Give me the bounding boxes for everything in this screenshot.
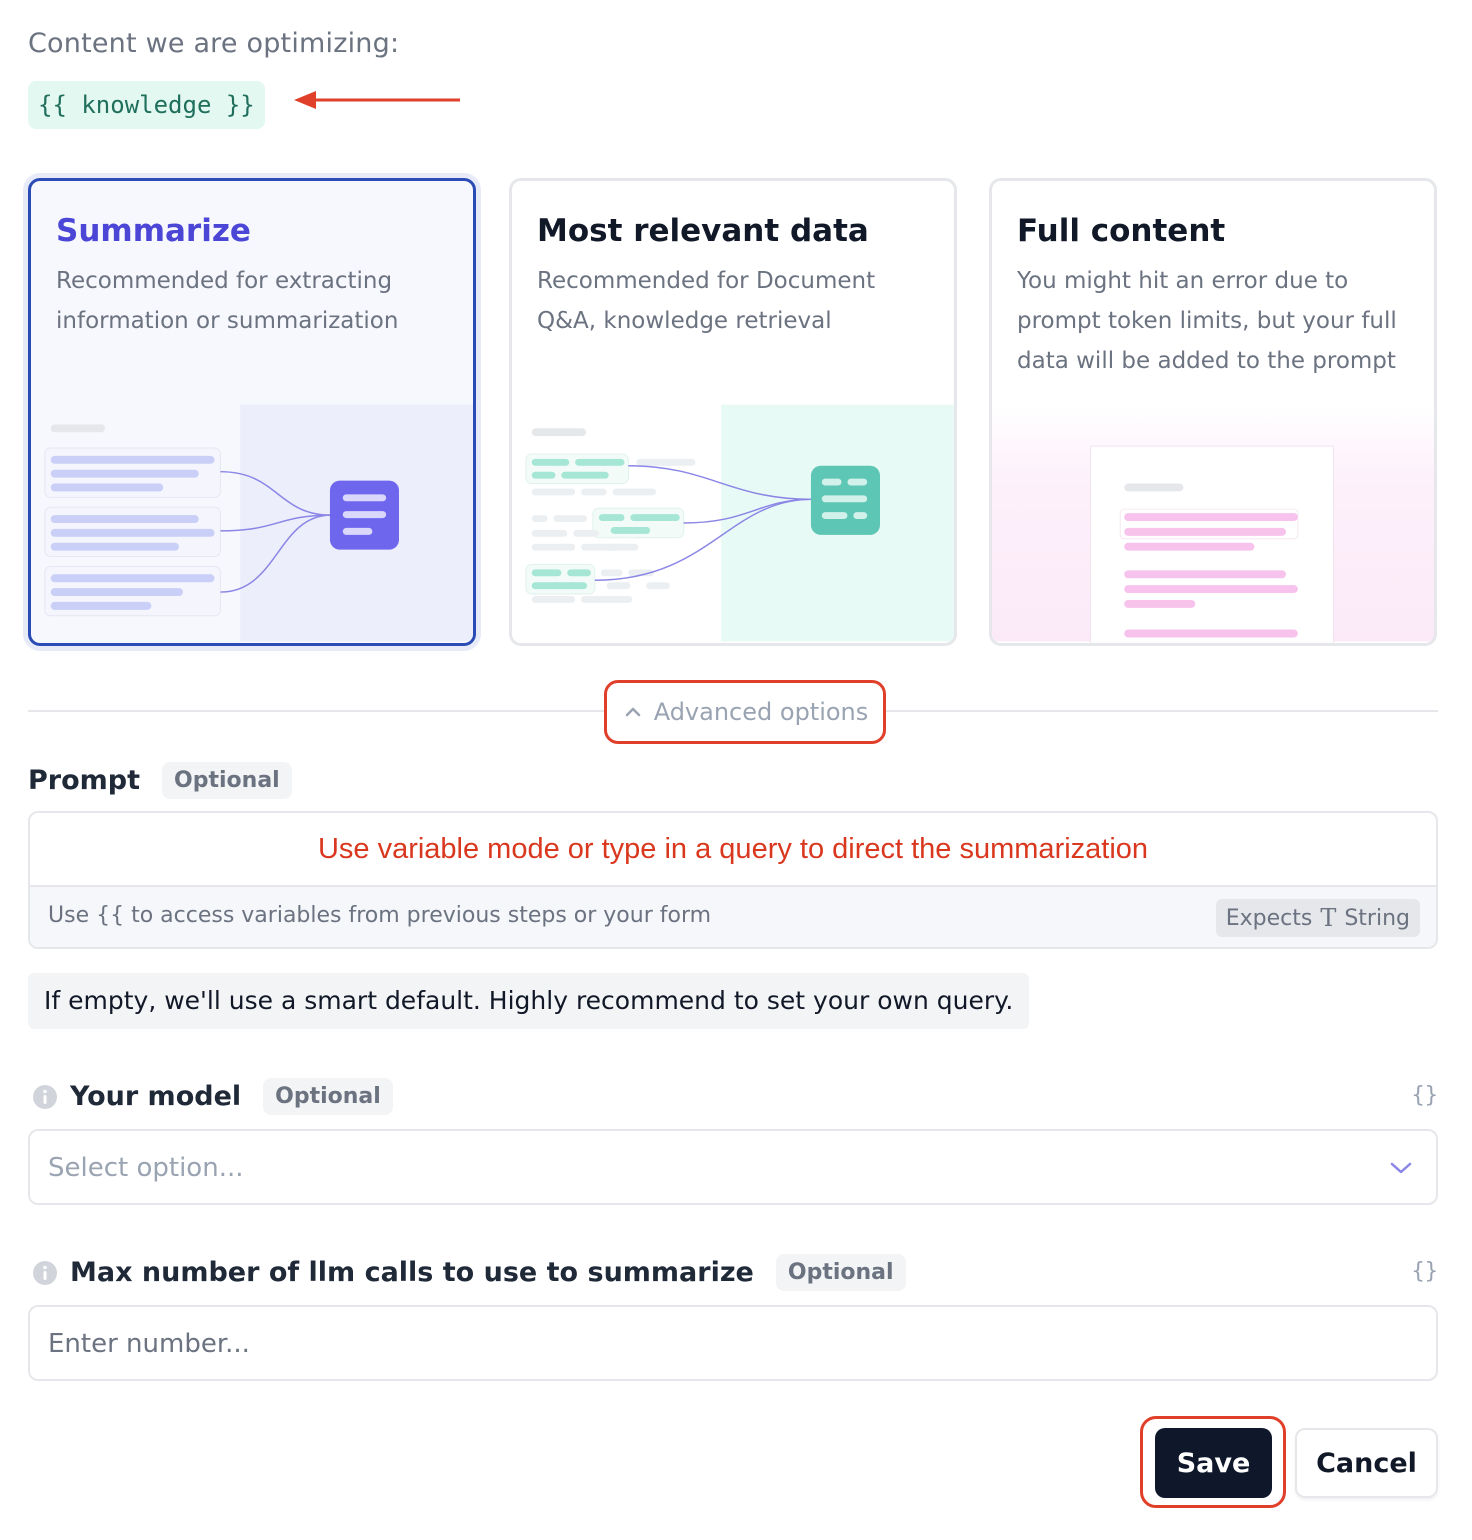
prompt-editor[interactable]: Use variable mode or type in a query to … [28,811,1438,949]
info-icon [33,1260,57,1285]
most-relevant-illustration [525,404,954,642]
max-calls-label: Max number of llm calls to use to summar… [70,1257,754,1288]
option-description: Recommended for Document Q&A, knowledge … [537,268,876,334]
summarize-illustration [44,404,473,642]
optional-badge: Optional [263,1078,393,1115]
prompt-hint: Use {{ to access variables from previous… [48,903,712,928]
chevron-up-icon [625,707,640,717]
prompt-footer: Use {{ to access variables from previous… [30,885,1436,947]
info-icon [33,1084,57,1109]
prompt-label-row: Prompt Optional [28,762,292,799]
cancel-button[interactable]: Cancel [1295,1428,1438,1498]
optional-badge: Optional [775,1254,906,1291]
option-title: Summarize [56,213,251,249]
option-card-most-relevant[interactable]: Most relevant data Recommended for Docum… [509,178,957,646]
full-content-illustration [992,404,1434,643]
optional-badge: Optional [162,762,292,799]
option-title: Full content [1017,213,1226,249]
option-description: You might hit an error due to prompt tok… [1017,268,1397,374]
model-select[interactable]: Select option... [28,1129,1438,1205]
option-description: Recommended for extracting information o… [56,268,399,334]
chevron-down-icon [1390,1162,1412,1174]
smart-default-note: If empty, we'll use a smart default. Hig… [28,973,1030,1029]
max-calls-label-row: Max number of llm calls to use to summar… [32,1254,906,1291]
knowledge-variable-pill: {{ knowledge }} [28,81,265,129]
max-calls-placeholder: Enter number... [48,1329,250,1359]
save-button[interactable]: Save [1155,1428,1272,1498]
model-label-row: Your model Optional [32,1078,393,1115]
text-type-icon: T [1320,904,1337,932]
variable-mode-toggle[interactable]: {} [1412,1259,1439,1284]
max-calls-input[interactable]: Enter number... [28,1305,1438,1381]
expects-string-badge: Expects T String [1215,899,1420,937]
model-select-placeholder: Select option... [48,1153,244,1183]
expects-label: Expects [1225,905,1313,931]
variable-mode-toggle[interactable]: {} [1412,1083,1439,1108]
advanced-options-toggle[interactable]: Advanced options [604,680,886,744]
expects-type: String [1344,905,1410,931]
prompt-annotation-text: Use variable mode or type in a query to … [317,833,1149,865]
content-label: Content we are optimizing: [28,28,400,59]
option-card-summarize[interactable]: Summarize Recommended for extracting inf… [28,178,476,646]
prompt-label: Prompt [28,765,141,796]
annotation-arrow-icon [294,91,460,109]
option-card-full-content[interactable]: Full content You might hit an error due … [989,178,1437,646]
model-label: Your model [70,1081,242,1112]
option-title: Most relevant data [537,213,869,249]
advanced-options-label: Advanced options [653,698,869,726]
